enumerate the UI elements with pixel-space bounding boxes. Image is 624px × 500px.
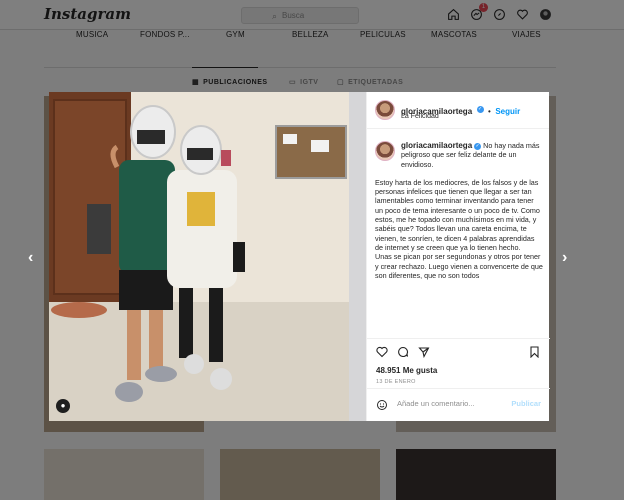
caption-body: Estoy harta de los mediocres, de los fal…: [375, 177, 543, 280]
verified-badge-icon: ✓: [474, 142, 482, 150]
post-modal: ● gloriacamilaortega ✓ • Seguir La Felic…: [49, 92, 550, 421]
like-heart-icon[interactable]: [376, 345, 388, 363]
verified-badge-icon: ✓: [476, 106, 484, 114]
follow-button[interactable]: Seguir: [495, 107, 520, 116]
comment-icon[interactable]: [397, 345, 409, 363]
post-header: gloriacamilaortega ✓ • Seguir La Felicid…: [367, 92, 549, 129]
caption-username[interactable]: gloriacamilaortega: [401, 141, 472, 150]
publish-button[interactable]: Publicar: [511, 399, 541, 408]
post-location[interactable]: La Felicidad: [401, 113, 439, 120]
next-post-arrow[interactable]: ›: [562, 249, 567, 267]
tagged-user-icon[interactable]: ●: [56, 399, 70, 413]
likes-count[interactable]: 48.951 Me gusta: [376, 366, 437, 375]
comment-bar: Añade un comentario... Publicar: [367, 388, 550, 421]
post-caption: gloriacamilaortega ✓ No hay nada más pel…: [375, 141, 543, 339]
share-icon[interactable]: [418, 345, 430, 363]
dot-separator: •: [488, 107, 491, 116]
previous-post-arrow[interactable]: ‹: [28, 249, 33, 267]
post-date: 13 DE ENERO: [376, 379, 416, 385]
post-sidebar: gloriacamilaortega ✓ • Seguir La Felicid…: [366, 92, 550, 421]
post-actions: 48.951 Me gusta 13 DE ENERO: [367, 338, 550, 388]
save-bookmark-icon[interactable]: [529, 345, 540, 363]
emoji-icon[interactable]: [376, 398, 388, 416]
post-photo[interactable]: ●: [49, 92, 366, 421]
comment-input[interactable]: Añade un comentario...: [397, 399, 475, 408]
author-avatar[interactable]: [375, 100, 395, 120]
